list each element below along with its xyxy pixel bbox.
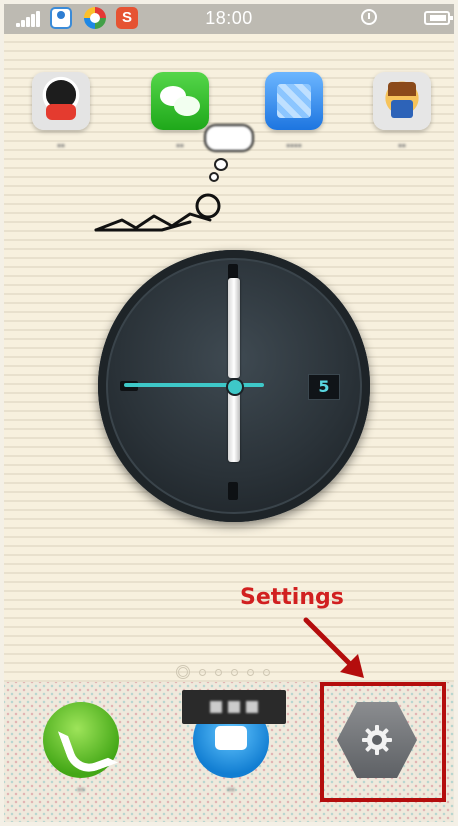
- status-time: 18:00: [205, 8, 253, 28]
- page-dot[interactable]: [199, 668, 206, 676]
- clock-center: [226, 378, 244, 396]
- app-store-icon: [265, 72, 323, 130]
- page-dot[interactable]: [247, 668, 254, 676]
- app-qq[interactable]: ▪▪: [24, 72, 98, 152]
- app-label: ▪▪▪▪: [286, 140, 302, 152]
- phone-icon: [43, 702, 119, 778]
- app-label: ▪▪: [77, 784, 85, 796]
- thought-dot: [214, 158, 228, 171]
- sleeping-doodle: [94, 193, 221, 232]
- thought-dot: [209, 172, 219, 182]
- settings-highlight-box: [320, 682, 446, 802]
- page-dot[interactable]: [215, 668, 222, 676]
- page-indicator[interactable]: [176, 664, 270, 680]
- annotation-arrow: [303, 617, 364, 678]
- wechat-icon: [151, 72, 209, 130]
- app-store[interactable]: ▪▪▪▪: [257, 72, 331, 152]
- qq-penguin-icon: [32, 72, 90, 130]
- game-icon: [373, 72, 431, 130]
- dock-phone[interactable]: ▪▪: [36, 702, 126, 796]
- app-label: ▪▪: [227, 784, 235, 796]
- thought-bubble: [204, 124, 254, 152]
- page-dot[interactable]: [176, 665, 190, 679]
- alarm-icon: [361, 9, 377, 25]
- clock-tick-6: [228, 482, 238, 500]
- clock-widget[interactable]: 5: [98, 250, 370, 522]
- settings-annotation: Settings: [240, 585, 344, 610]
- page-dot[interactable]: [263, 668, 270, 676]
- status-bar: S 18:00: [0, 0, 458, 34]
- app-label: ▪▪: [398, 140, 406, 152]
- hour-hand: [228, 278, 240, 378]
- battery-icon: [424, 11, 453, 25]
- date-display: 5: [308, 374, 340, 400]
- page-dot[interactable]: [231, 668, 238, 676]
- blurred-tooltip: [182, 690, 286, 724]
- app-label: ▪▪: [57, 140, 65, 152]
- minute-hand: [228, 388, 240, 462]
- app-game[interactable]: ▪▪: [365, 72, 439, 152]
